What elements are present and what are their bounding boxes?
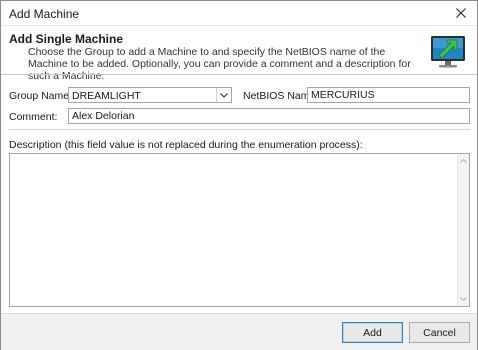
title-bar: Add Machine (1, 1, 477, 25)
comment-label: Comment: (9, 111, 58, 123)
description-label: Description (this field value is not rep… (9, 139, 363, 151)
scroll-up-icon[interactable] (458, 155, 469, 167)
window-title: Add Machine (9, 7, 80, 21)
group-name-label: Group Name: (9, 90, 73, 102)
header-title: Add Single Machine (9, 32, 124, 46)
netbios-name-input[interactable]: MERCURIUS (307, 87, 470, 103)
cancel-button[interactable]: Cancel (409, 322, 470, 343)
group-name-combobox[interactable]: DREAMLIGHT (68, 87, 232, 103)
dialog-header: Add Single Machine Choose the Group to a… (1, 25, 477, 82)
form-separator (9, 129, 470, 130)
close-icon (456, 8, 466, 18)
close-button[interactable] (445, 1, 477, 25)
add-button[interactable]: Add (342, 322, 403, 343)
header-description: Choose the Group to add a Machine to and… (28, 46, 411, 82)
chevron-down-icon[interactable] (216, 88, 231, 102)
header-separator (1, 74, 477, 75)
scroll-down-icon[interactable] (458, 293, 469, 305)
dialog-footer: Add Cancel (1, 313, 477, 350)
comment-input[interactable]: Alex Delorian (68, 108, 470, 124)
description-scrollbar[interactable] (457, 154, 469, 306)
add-machine-dialog: Add Machine Add Single Machine Choose th… (0, 0, 478, 350)
group-name-value: DREAMLIGHT (72, 90, 141, 102)
monitor-add-icon (431, 36, 465, 68)
description-textarea[interactable] (9, 153, 470, 307)
